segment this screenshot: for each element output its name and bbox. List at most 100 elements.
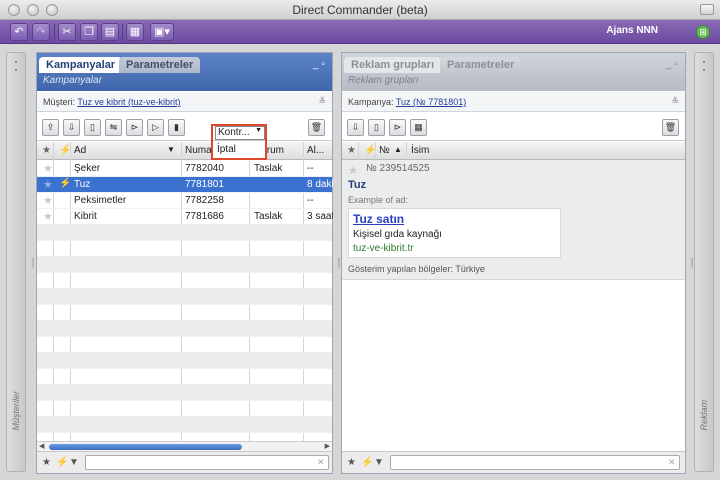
column-divider xyxy=(406,142,407,160)
download-icon[interactable]: ⇩ xyxy=(347,119,364,136)
paste-icon[interactable]: ▤ xyxy=(101,23,119,41)
expand-filter-icon[interactable]: ≚ xyxy=(671,96,679,107)
table-row[interactable]: ★ Peksimetler 7782258 -- xyxy=(37,193,332,209)
ad-preview: ★ № 239514525 Tuz Example of ad: Tuz sat… xyxy=(342,160,685,280)
row-number: 7781801 xyxy=(185,179,224,190)
table-row[interactable]: ★ Şeker 7782040 Taslak -- xyxy=(37,161,332,177)
copy-icon[interactable]: ❐ xyxy=(80,23,98,41)
ad-caption: Example of ad: xyxy=(348,195,409,205)
trash-icon[interactable]: 🗑 xyxy=(308,119,325,136)
table-row-selected[interactable]: ★ ⚡ Tuz 7781801 8 dakika xyxy=(37,177,333,193)
ad-group-name[interactable]: Tuz xyxy=(348,179,366,191)
star-icon[interactable]: ★ xyxy=(43,178,53,191)
dropdown-option-cancel[interactable]: İptal xyxy=(213,142,265,158)
clear-search-icon[interactable]: ✕ xyxy=(317,457,325,468)
empty-row xyxy=(37,369,332,385)
undo-icon[interactable]: ↶ xyxy=(10,23,28,41)
row-name: Kibrit xyxy=(74,211,97,222)
ad-groups-subtitle: Reklam grupları xyxy=(348,75,419,86)
start-icon[interactable]: ⊳ xyxy=(389,119,406,136)
table-view-icon[interactable]: ▦ xyxy=(410,119,427,136)
clients-side-strip[interactable]: ▪ ▪ Müşteriler xyxy=(6,52,26,472)
row-extra: -- xyxy=(307,163,314,174)
funnel-filter-icon[interactable]: ▼ xyxy=(374,457,384,468)
statistics-icon[interactable]: ▮ xyxy=(168,119,185,136)
collapse-icon[interactable]: ▪ ▪ xyxy=(701,59,707,77)
tab-ad-groups[interactable]: Reklam grupları xyxy=(344,57,442,73)
star-filter-icon[interactable]: ★ xyxy=(347,457,356,468)
empty-row xyxy=(37,225,332,241)
clear-search-icon[interactable]: ✕ xyxy=(668,457,676,468)
network-status-icon[interactable]: ⊞ xyxy=(696,25,710,39)
scroll-left-icon[interactable]: ◀ xyxy=(39,442,44,450)
ad-url: tuz-ve-kibrit.tr xyxy=(353,243,414,254)
campaign-search-input[interactable] xyxy=(85,455,329,470)
ad-group-search-input[interactable] xyxy=(390,455,680,470)
star-icon[interactable]: ★ xyxy=(348,164,358,177)
empty-row xyxy=(37,241,332,257)
upload-icon[interactable]: ⇪ xyxy=(42,119,59,136)
column-extra[interactable]: Al... xyxy=(307,145,324,156)
scrollbar-thumb[interactable] xyxy=(49,444,242,450)
ad-group-actions: ⇩ ▯ ⊳ ▦ 🗑 xyxy=(342,113,685,141)
fullscreen-button[interactable] xyxy=(700,4,714,15)
row-extra: 8 dakika xyxy=(307,179,333,190)
star-icon[interactable]: ★ xyxy=(43,210,53,223)
favorite-column-icon[interactable]: ★ xyxy=(347,145,356,156)
horizontal-scrollbar[interactable]: ◀ ▶ xyxy=(37,441,332,451)
new-document-icon[interactable]: ▯ xyxy=(84,119,101,136)
new-document-icon[interactable]: ▯ xyxy=(368,119,385,136)
ad-id: № 239514525 xyxy=(366,163,430,174)
star-filter-icon[interactable]: ★ xyxy=(42,457,51,468)
empty-row xyxy=(37,257,332,273)
agency-name[interactable]: Ajans NNN xyxy=(606,25,658,36)
view-menu-icon[interactable]: ▣▾ xyxy=(150,23,174,41)
bolt-filter-icon[interactable]: ⚡ xyxy=(361,457,373,468)
splitter-grip-icon[interactable]: ║ xyxy=(336,258,342,268)
campaign-filter-link[interactable]: Tuz (№ 7781801) xyxy=(396,97,466,107)
tab-parameters[interactable]: Parametreler xyxy=(440,57,522,73)
client-filter-link[interactable]: Tuz ve kibrit (tuz-ve-kibrit) xyxy=(77,97,180,107)
table-row[interactable]: ★ Kibrit 7781686 Taslak 3 saat xyxy=(37,209,333,225)
client-filter-label: Müşteri: xyxy=(43,97,76,107)
expand-filter-icon[interactable]: ≚ xyxy=(318,96,326,107)
ad-example-box: Tuz satın Kişisel gıda kaynağı tuz-ve-ki… xyxy=(348,208,561,258)
column-name[interactable]: Ad xyxy=(74,145,86,156)
start-campaign-icon[interactable]: ⊳ xyxy=(126,119,143,136)
funnel-filter-icon[interactable]: ▼ xyxy=(69,457,79,468)
toolbar-separator xyxy=(54,24,55,40)
cut-icon[interactable]: ✂ xyxy=(58,23,76,41)
table-icon[interactable]: ▦ xyxy=(126,23,144,41)
ad-headline[interactable]: Tuz satın xyxy=(353,212,404,226)
sort-asc-icon[interactable]: ▲ xyxy=(394,145,402,154)
empty-row xyxy=(37,401,332,417)
toolbar-separator xyxy=(122,24,123,40)
collapse-icon[interactable]: ▪ ▪ xyxy=(13,59,19,77)
bolt-filter-icon[interactable]: ⚡ xyxy=(56,457,68,468)
scroll-right-icon[interactable]: ▶ xyxy=(325,442,330,450)
panel-window-controls-icon[interactable]: _▫ xyxy=(666,59,681,70)
main-toolbar: ↶ ↷ ✂ ❐ ▤ ▦ ▣▾ Ajans NNN ⊞ xyxy=(0,20,720,44)
redo-icon[interactable]: ↷ xyxy=(32,23,50,41)
splitter-grip-icon[interactable]: ║ xyxy=(689,258,695,268)
ads-side-strip[interactable]: ▪ ▪ Reklam xyxy=(694,52,714,472)
star-icon[interactable]: ★ xyxy=(43,162,53,175)
splitter-grip-icon[interactable]: ║ xyxy=(30,258,36,268)
column-name[interactable]: İsim xyxy=(411,145,429,156)
copy-campaign-icon[interactable]: ⇋ xyxy=(105,119,122,136)
star-icon[interactable]: ★ xyxy=(43,194,53,207)
favorite-column-icon[interactable]: ★ xyxy=(42,145,51,156)
download-icon[interactable]: ⇩ xyxy=(63,119,80,136)
tab-parameters[interactable]: Parametreler xyxy=(119,57,201,73)
panel-window-controls-icon[interactable]: _▫ xyxy=(313,59,328,70)
title-bar: Direct Commander (beta) xyxy=(0,0,720,20)
trash-icon[interactable]: 🗑 xyxy=(662,119,679,136)
tab-campaigns[interactable]: Kampanyalar xyxy=(39,57,123,73)
status-dropdown[interactable]: Kontr... ▼ xyxy=(215,126,265,140)
ad-groups-panel-header: Reklam grupları Parametreler Reklam grup… xyxy=(342,53,685,91)
window-title: Direct Commander (beta) xyxy=(292,3,428,17)
stop-campaign-icon[interactable]: ▷ xyxy=(147,119,164,136)
sort-desc-icon[interactable]: ▼ xyxy=(167,145,175,154)
row-number: 7781686 xyxy=(185,211,224,222)
column-number[interactable]: № xyxy=(379,145,390,156)
